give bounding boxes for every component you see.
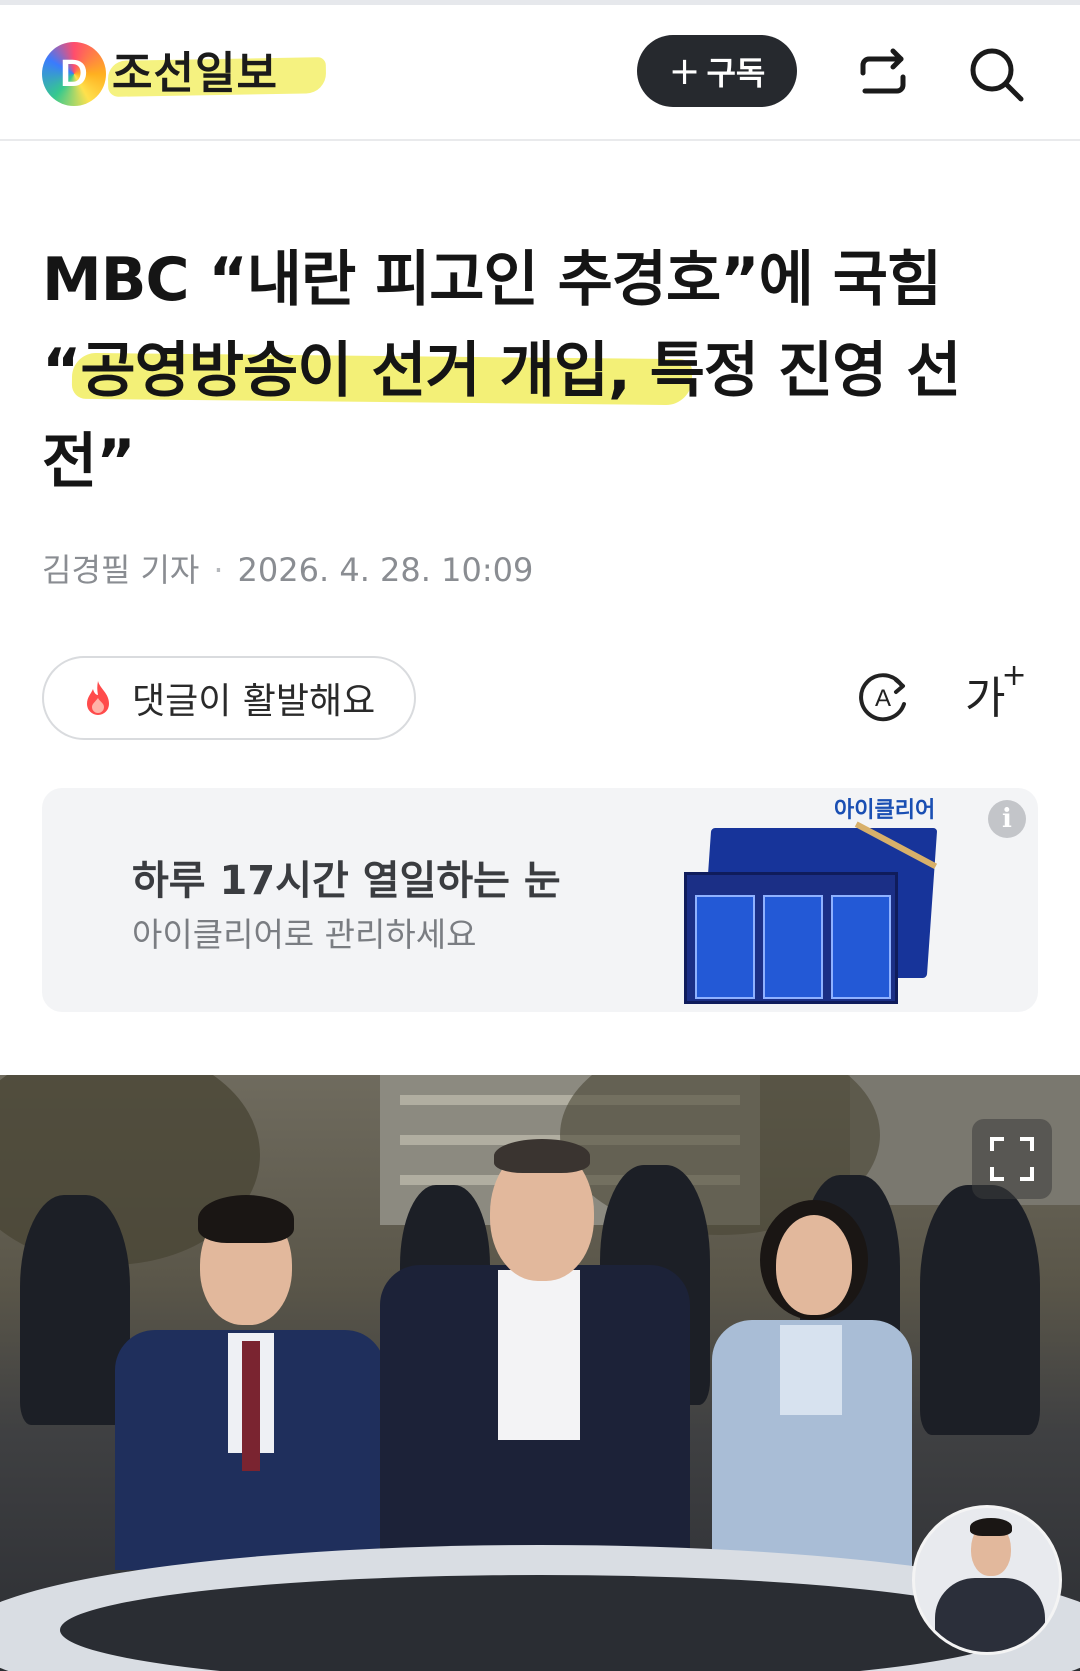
sign-language-interpreter: [912, 1505, 1062, 1655]
soldier-silhouette: [20, 1195, 130, 1425]
article-photo[interactable]: [0, 1075, 1080, 1671]
plus-icon: +: [668, 49, 701, 93]
byline: 김경필 기자 · 2026. 4. 28. 10:09: [42, 545, 533, 591]
font-size-label: 가: [965, 673, 1006, 724]
comment-activity-label: 댓글이 활발해요: [132, 681, 376, 722]
anchor-blouse: [780, 1325, 842, 1415]
product-pack: [831, 895, 891, 999]
fullscreen-icon[interactable]: [972, 1119, 1052, 1199]
font-size-button[interactable]: 가+: [965, 658, 1027, 726]
anchor-hair: [198, 1195, 294, 1243]
brand-name: 조선일보: [112, 48, 278, 99]
ad-subtitle: 아이클리어로 관리하세요: [132, 915, 477, 954]
anchor-head: [776, 1215, 852, 1315]
auto-translate-icon[interactable]: A: [854, 668, 912, 726]
headline-line-1: MBC “내란 피고인 추경호”에 국힘: [42, 245, 942, 315]
headline-line-3: 전”: [42, 427, 136, 497]
author-name[interactable]: 김경필 기자: [42, 551, 199, 589]
subscribe-button[interactable]: + 구독: [637, 35, 797, 107]
product-pack: [695, 895, 755, 999]
ad-info-icon[interactable]: i: [988, 800, 1026, 838]
guest-hair: [494, 1139, 590, 1173]
subscribe-label: 구독: [706, 54, 766, 92]
article-headline: MBC “내란 피고인 추경호”에 국힘 “공영방송이 선거 개입, 특정 진영…: [42, 235, 1042, 508]
press-brand[interactable]: 조선일보: [107, 43, 327, 105]
publish-datetime: 2026. 4. 28. 10:09: [237, 551, 534, 589]
guest-shirt: [498, 1270, 580, 1440]
interpreter-hair: [970, 1518, 1012, 1536]
ad-brand: 아이클리어: [834, 798, 936, 823]
product-pack: [763, 895, 823, 999]
fire-icon: [87, 681, 109, 715]
share-icon[interactable]: [851, 43, 915, 107]
byline-separator: ·: [213, 551, 224, 589]
interpreter-suit: [935, 1578, 1045, 1652]
font-size-plus: +: [1001, 658, 1027, 694]
product-box-front: [684, 872, 898, 1004]
comment-activity-button[interactable]: 댓글이 활발해요: [42, 656, 416, 740]
logo-letter: D: [60, 53, 88, 95]
svg-text:A: A: [875, 685, 891, 712]
soldier-silhouette: [920, 1185, 1040, 1435]
search-icon[interactable]: [965, 43, 1029, 107]
ad-title: 하루 17시간 열일하는 눈: [132, 858, 561, 904]
ad-banner[interactable]: 하루 17시간 열일하는 눈 아이클리어로 관리하세요 아이클리어 i: [42, 788, 1038, 1012]
app-header: D 조선일보 + 구독: [0, 5, 1080, 141]
headline-line-2: “공영방송이 선거 개입, 특정 진영 선: [42, 336, 961, 406]
daum-logo[interactable]: D: [42, 42, 106, 106]
anchor-tie: [242, 1341, 260, 1471]
